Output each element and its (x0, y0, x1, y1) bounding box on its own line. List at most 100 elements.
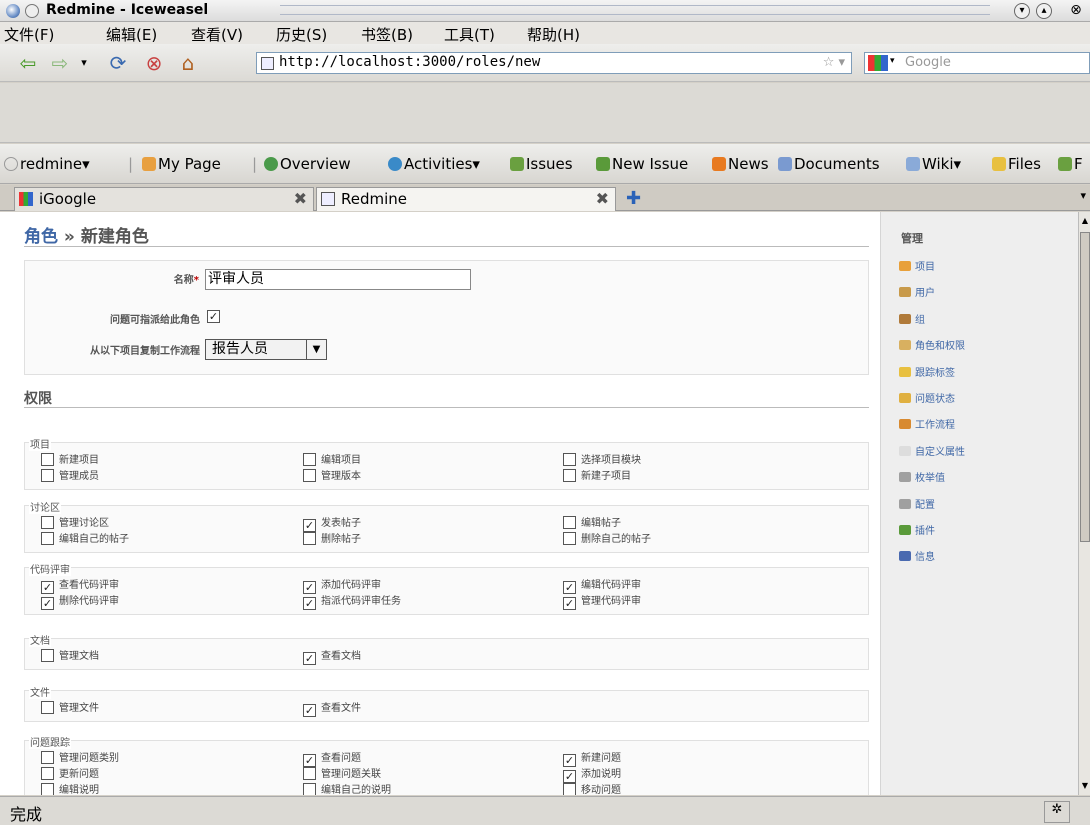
menu-help[interactable]: 帮助(H) (527, 24, 580, 45)
bookmark-news[interactable]: News (712, 155, 769, 173)
permission-item[interactable]: 管理版本 (303, 467, 361, 482)
sidebar-item[interactable]: 枚举值 (899, 469, 945, 484)
bookmark-new-issue[interactable]: New Issue (596, 155, 688, 173)
permission-item[interactable]: 管理问题关联 (303, 765, 381, 780)
addon-status-icon[interactable]: ✲ (1044, 801, 1070, 823)
forward-icon[interactable]: ⇨ (48, 51, 72, 75)
permission-checkbox[interactable] (41, 453, 54, 466)
permission-checkbox[interactable] (303, 453, 316, 466)
stop-icon[interactable]: ⊗ (142, 51, 166, 75)
menu-view[interactable]: 查看(V) (191, 24, 243, 45)
close-tab-icon[interactable]: ✖ (596, 189, 609, 208)
permission-item[interactable]: ✓ 查看文件 (303, 699, 361, 717)
search-engine-icon[interactable] (868, 55, 888, 71)
permission-checkbox[interactable] (303, 469, 316, 482)
url-bar[interactable]: http://localhost:3000/roles/new ☆ ▾ (256, 52, 852, 74)
permission-item[interactable]: 编辑自己的说明 (303, 781, 391, 795)
permission-checkbox[interactable] (563, 469, 576, 482)
sidebar-item[interactable]: 自定义属性 (899, 443, 965, 458)
close-tab-icon[interactable]: ✖ (294, 189, 307, 208)
bookmark-star-icon[interactable]: ☆ ▾ (823, 55, 845, 70)
chevron-down-icon[interactable]: ▼ (306, 340, 326, 359)
tab-redmine[interactable]: Redmine ✖ (316, 187, 616, 211)
menu-history[interactable]: 历史(S) (276, 24, 327, 45)
sidebar-item[interactable]: 项目 (899, 258, 935, 273)
bookmark-files[interactable]: Files (992, 155, 1041, 173)
new-tab-icon[interactable]: ✚ (626, 188, 641, 209)
sidebar-item[interactable]: 信息 (899, 548, 935, 563)
scroll-down-icon[interactable]: ▼ (1080, 779, 1090, 793)
permission-item[interactable]: ✓ 查看文档 (303, 647, 361, 665)
history-dropdown-icon[interactable]: ▾ (72, 51, 96, 75)
permission-item[interactable]: 管理文档 (41, 647, 99, 662)
permission-item[interactable]: 管理成员 (41, 467, 99, 482)
permission-checkbox[interactable] (41, 751, 54, 764)
permission-item[interactable]: 删除自己的帖子 (563, 530, 651, 545)
permission-item[interactable]: 管理讨论区 (41, 514, 109, 529)
permission-checkbox[interactable] (41, 532, 54, 545)
bookmark-activities[interactable]: Activities▾ (388, 155, 480, 173)
permission-item[interactable]: 新建项目 (41, 451, 99, 466)
bookmark-more[interactable]: F (1058, 155, 1083, 173)
tab-list-icon[interactable]: ▾ (1080, 189, 1086, 202)
permission-item[interactable]: 选择项目模块 (563, 451, 641, 466)
permission-item[interactable]: 管理问题类别 (41, 749, 119, 764)
bookmark-wiki[interactable]: Wiki▾ (906, 155, 961, 173)
permission-checkbox[interactable] (563, 532, 576, 545)
permission-checkbox[interactable] (563, 516, 576, 529)
sidebar-item[interactable]: 用户 (899, 284, 935, 299)
sidebar-item[interactable]: 问题状态 (899, 390, 955, 405)
maximize-icon[interactable]: ▴ (1036, 3, 1052, 19)
menu-edit[interactable]: 编辑(E) (106, 24, 157, 45)
scrollbar-thumb[interactable] (1080, 232, 1090, 542)
permission-item[interactable]: 编辑项目 (303, 451, 361, 466)
permission-item[interactable]: 移动问题 (563, 781, 621, 795)
bookmark-my-page[interactable]: My Page (142, 155, 221, 173)
assignable-checkbox[interactable]: ✓ (207, 310, 220, 323)
permission-checkbox[interactable] (563, 453, 576, 466)
bookmark-redmine[interactable]: redmine▾ (4, 155, 90, 173)
back-icon[interactable]: ⇦ (16, 51, 40, 75)
permission-checkbox[interactable] (41, 767, 54, 780)
permission-item[interactable]: 删除帖子 (303, 530, 361, 545)
permission-item[interactable]: ✓ 指派代码评审任务 (303, 592, 401, 610)
sidebar-item[interactable]: 跟踪标签 (899, 364, 955, 379)
permission-checkbox[interactable] (41, 516, 54, 529)
permission-item[interactable]: 管理文件 (41, 699, 99, 714)
tab-igoogle[interactable]: iGoogle ✖ (14, 187, 314, 211)
window-menu-icon[interactable] (25, 4, 39, 18)
search-box[interactable]: ▾ Google (864, 52, 1090, 74)
sidebar-item[interactable]: 插件 (899, 522, 935, 537)
permission-checkbox[interactable] (41, 649, 54, 662)
sidebar-item[interactable]: 配置 (899, 496, 935, 511)
permission-checkbox[interactable] (303, 783, 316, 795)
permission-checkbox[interactable] (303, 532, 316, 545)
menu-bookmarks[interactable]: 书签(B) (361, 24, 413, 45)
scroll-up-icon[interactable]: ▲ (1080, 214, 1090, 228)
bookmark-overview[interactable]: Overview (264, 155, 351, 173)
iceweasel-icon[interactable] (6, 4, 20, 18)
permission-checkbox[interactable] (563, 783, 576, 795)
home-icon[interactable]: ⌂ (176, 51, 200, 75)
search-placeholder[interactable]: Google (905, 55, 951, 70)
name-field[interactable]: 评审人员 (205, 269, 471, 290)
permission-checkbox[interactable]: ✓ (563, 597, 576, 610)
copy-workflow-select[interactable]: 报告人员 ▼ (205, 339, 327, 360)
permission-checkbox[interactable]: ✓ (41, 597, 54, 610)
permission-checkbox[interactable]: ✓ (303, 652, 316, 665)
permission-checkbox[interactable] (41, 469, 54, 482)
sidebar-item[interactable]: 组 (899, 311, 925, 326)
bookmark-issues[interactable]: Issues (510, 155, 573, 173)
permission-item[interactable]: ✓ 删除代码评审 (41, 592, 119, 610)
permission-checkbox[interactable]: ✓ (303, 704, 316, 717)
minimize-icon[interactable]: ▾ (1014, 3, 1030, 19)
permission-item[interactable]: ✓ 管理代码评审 (563, 592, 641, 610)
permission-checkbox[interactable] (303, 767, 316, 780)
permission-item[interactable]: 编辑自己的帖子 (41, 530, 129, 545)
permission-item[interactable]: 编辑帖子 (563, 514, 621, 529)
menu-file[interactable]: 文件(F) (4, 24, 54, 45)
roles-link[interactable]: 角色 (24, 227, 58, 247)
permission-checkbox[interactable] (41, 701, 54, 714)
permission-checkbox[interactable]: ✓ (303, 597, 316, 610)
url-text[interactable]: http://localhost:3000/roles/new (279, 54, 540, 70)
